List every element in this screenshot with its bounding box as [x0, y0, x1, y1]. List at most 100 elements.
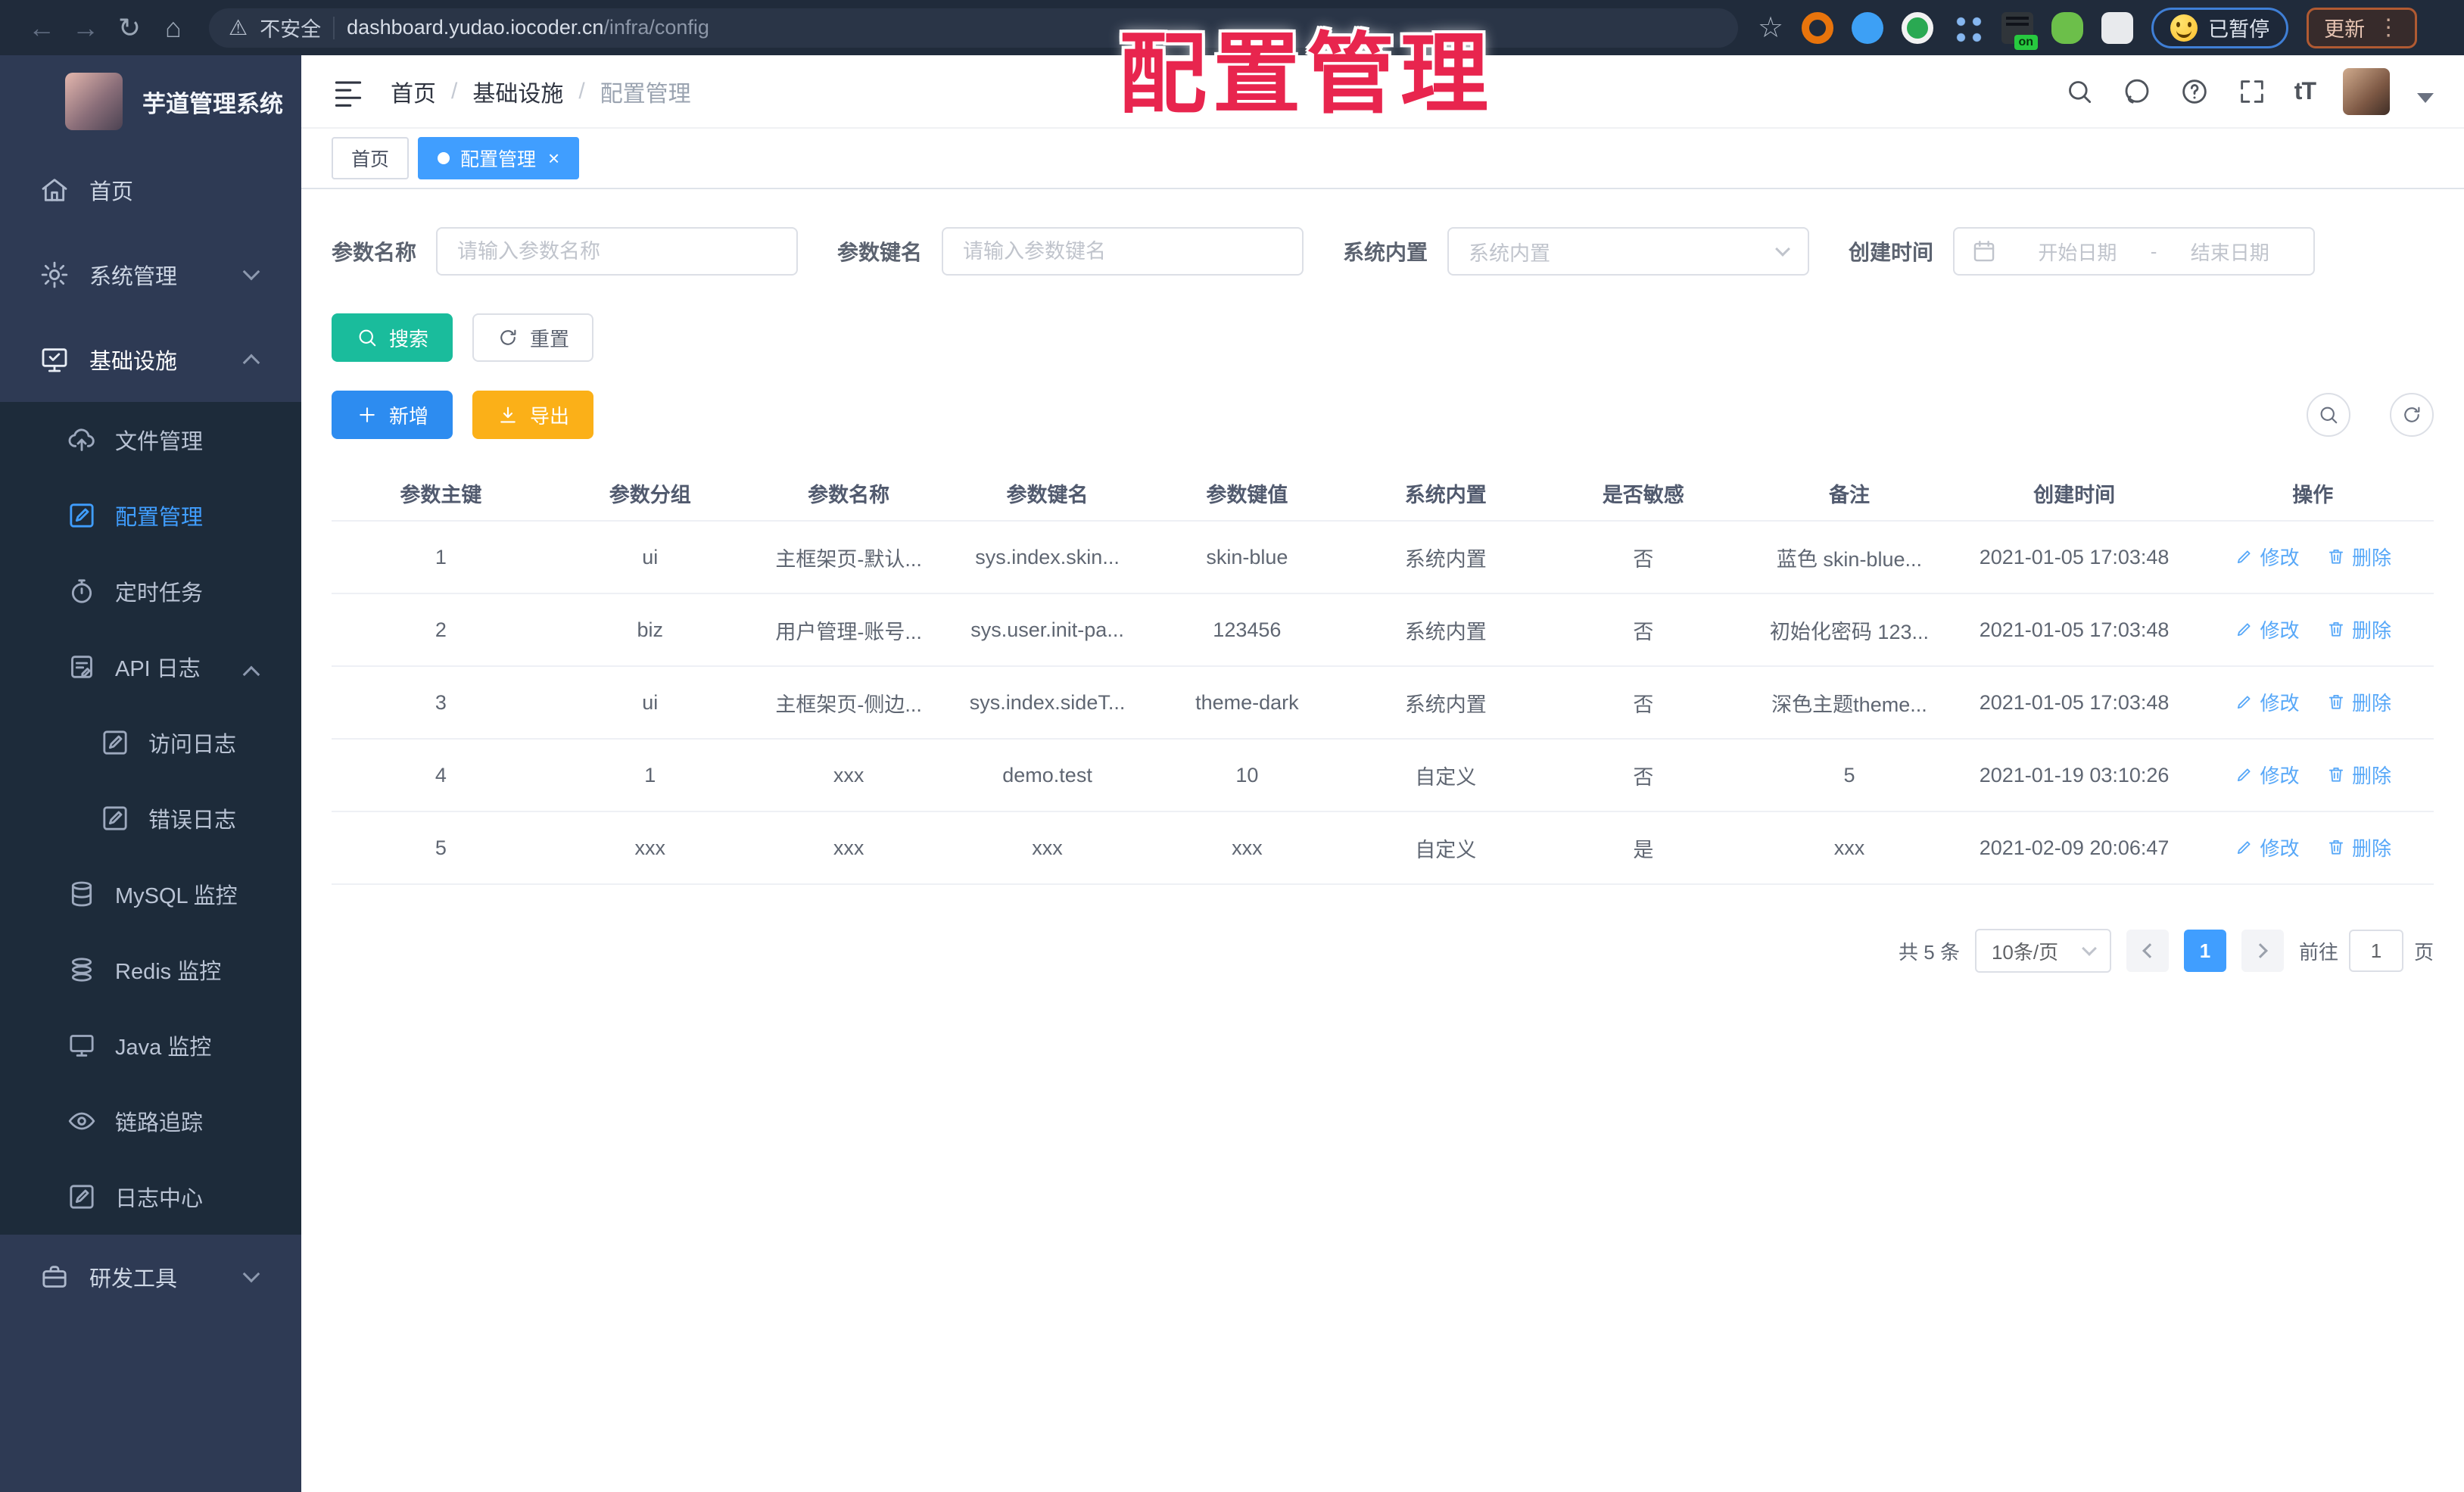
extension-icon-green-leaf[interactable]: [2051, 11, 2084, 44]
system-type-placeholder: 系统内置: [1469, 241, 1551, 265]
sidebar-item-config-manage[interactable]: 配置管理: [0, 478, 301, 553]
sidebar-logo-row[interactable]: 芋道管理系统: [0, 55, 301, 148]
monitor-check-icon: [39, 344, 70, 375]
extension-icon-grid[interactable]: [1952, 11, 1984, 44]
address-bar[interactable]: ⚠ 不安全 dashboard.yudao.iocoder.cn/infra/c…: [209, 8, 1738, 48]
github-icon[interactable]: [2122, 76, 2152, 107]
cell: 系统内置: [1347, 521, 1545, 594]
sidebar-item-infra[interactable]: 基础设施: [0, 317, 301, 402]
column-header: 参数键值: [1147, 466, 1347, 522]
tab-config-manage[interactable]: 配置管理 ×: [418, 137, 580, 179]
sidebar-item-label: 系统管理: [89, 265, 178, 289]
sidebar-item-system[interactable]: 系统管理: [0, 232, 301, 317]
search-icon[interactable]: [2064, 76, 2095, 107]
chevron-up-icon: [242, 665, 260, 684]
sidebar-item-home[interactable]: 首页: [0, 148, 301, 232]
sidebar-item-mysql-monitor[interactable]: MySQL 监控: [0, 856, 301, 932]
cell: 5: [1742, 739, 1957, 812]
sidebar-item-file-manage[interactable]: 文件管理: [0, 402, 301, 478]
breadcrumb-separator: /: [451, 78, 458, 104]
filter-param-key: 参数键名: [837, 227, 1304, 276]
breadcrumb-home[interactable]: 首页: [391, 75, 436, 108]
user-avatar[interactable]: [2343, 67, 2390, 115]
cell: ui: [550, 666, 750, 740]
cell: 2: [332, 593, 550, 667]
timer-icon: [67, 576, 97, 606]
home-icon: [39, 175, 70, 205]
add-button[interactable]: 新增: [332, 391, 453, 439]
browser-update-button[interactable]: 更新 ⋮: [2307, 7, 2418, 48]
browser-reload-icon[interactable]: ↻: [107, 6, 151, 50]
help-icon[interactable]: [2179, 76, 2210, 107]
sidebar-item-api-log[interactable]: API 日志: [0, 629, 301, 705]
sidebar-item-java-monitor[interactable]: Java 监控: [0, 1008, 301, 1083]
url-separator: [333, 16, 335, 39]
sidebar-item-label: Java 监控: [115, 1036, 212, 1060]
sidebar-item-error-log[interactable]: 错误日志: [0, 780, 301, 856]
sidebar-item-trace[interactable]: 链路追踪: [0, 1083, 301, 1159]
profile-paused-pill[interactable]: 已暂停: [2151, 7, 2289, 48]
date-range-picker[interactable]: 开始日期 - 结束日期: [1953, 227, 2316, 276]
delete-link[interactable]: 删除: [2326, 615, 2391, 643]
export-button[interactable]: 导出: [472, 391, 594, 439]
param-key-input[interactable]: [942, 227, 1304, 276]
edit-link[interactable]: 修改: [2235, 761, 2300, 789]
sidebar-item-scheduled-task[interactable]: 定时任务: [0, 553, 301, 629]
refresh-button[interactable]: [2390, 393, 2434, 437]
page-size-select[interactable]: 10条/页: [1974, 929, 2111, 973]
search-button[interactable]: 搜索: [332, 313, 453, 362]
browser-menu-icon[interactable]: ⋮: [2377, 14, 2400, 41]
sidebar-submenu-infra: 文件管理 配置管理 定时任务 API 日志 访问日志 错误日志 MySQL 监控…: [0, 402, 301, 1235]
sidebar-item-label: MySQL 监控: [115, 884, 238, 908]
cloud-upload-icon: [67, 425, 97, 455]
sidebar-item-dev-tools[interactable]: 研发工具: [0, 1235, 301, 1319]
tabs-bar: 首页 配置管理 ×: [301, 127, 2464, 189]
prev-page-button[interactable]: [2126, 930, 2169, 972]
extensions-puzzle-icon[interactable]: [2101, 11, 2134, 44]
param-key-label: 参数键名: [837, 241, 923, 264]
sidebar-collapse-icon[interactable]: [332, 75, 365, 108]
fullscreen-icon[interactable]: [2237, 76, 2267, 107]
bookmark-star-icon[interactable]: ☆: [1758, 11, 1783, 45]
column-header: 参数分组: [550, 466, 750, 522]
delete-link[interactable]: 删除: [2326, 688, 2391, 716]
system-type-label: 系统内置: [1343, 241, 1428, 264]
browser-forward-icon[interactable]: →: [64, 6, 107, 50]
pagination: 共 5 条 10条/页 1 前往 页: [332, 929, 2434, 973]
next-page-button[interactable]: [2241, 930, 2284, 972]
breadcrumb-infra[interactable]: 基础设施: [472, 75, 563, 108]
extension-icon-green-circle[interactable]: [1902, 11, 1934, 44]
cell: biz: [550, 593, 750, 667]
edit-link[interactable]: 修改: [2235, 543, 2300, 571]
tab-home[interactable]: 首页: [332, 137, 410, 179]
reset-button[interactable]: 重置: [472, 313, 594, 362]
edit-link[interactable]: 修改: [2235, 688, 2300, 716]
system-type-select[interactable]: 系统内置: [1447, 227, 1810, 276]
toggle-search-button[interactable]: [2307, 393, 2350, 437]
url-host: dashboard.yudao.iocoder.cn: [347, 16, 604, 39]
extension-icon-blue-drop[interactable]: [1852, 11, 1884, 44]
extension-icon-on-switch[interactable]: on: [2001, 11, 2039, 50]
browser-back-icon[interactable]: ←: [20, 6, 64, 50]
user-menu-caret-icon[interactable]: [2417, 93, 2434, 103]
goto-page: 前往 页: [2299, 930, 2434, 972]
edit-link[interactable]: 修改: [2235, 833, 2300, 861]
delete-link[interactable]: 删除: [2326, 833, 2391, 861]
app-title: 芋道管理系统: [142, 90, 283, 117]
extension-icon-orange[interactable]: [1802, 11, 1834, 44]
goto-page-input[interactable]: [2348, 930, 2403, 972]
page-size-value: 10条/页: [1991, 940, 2059, 964]
tab-close-icon[interactable]: ×: [548, 147, 559, 170]
sidebar-item-access-log[interactable]: 访问日志: [0, 705, 301, 780]
cell: 2021-01-05 17:03:48: [1956, 593, 2192, 667]
cell: ui: [550, 521, 750, 594]
delete-link[interactable]: 删除: [2326, 543, 2391, 571]
sidebar-item-redis-monitor[interactable]: Redis 监控: [0, 932, 301, 1008]
font-size-icon[interactable]: tT: [2294, 77, 2316, 105]
delete-link[interactable]: 删除: [2326, 761, 2391, 789]
param-name-input[interactable]: [436, 227, 799, 276]
current-page-button[interactable]: 1: [2183, 930, 2226, 972]
edit-link[interactable]: 修改: [2235, 615, 2300, 643]
browser-home-icon[interactable]: ⌂: [151, 6, 195, 50]
sidebar-item-log-center[interactable]: 日志中心: [0, 1159, 301, 1235]
